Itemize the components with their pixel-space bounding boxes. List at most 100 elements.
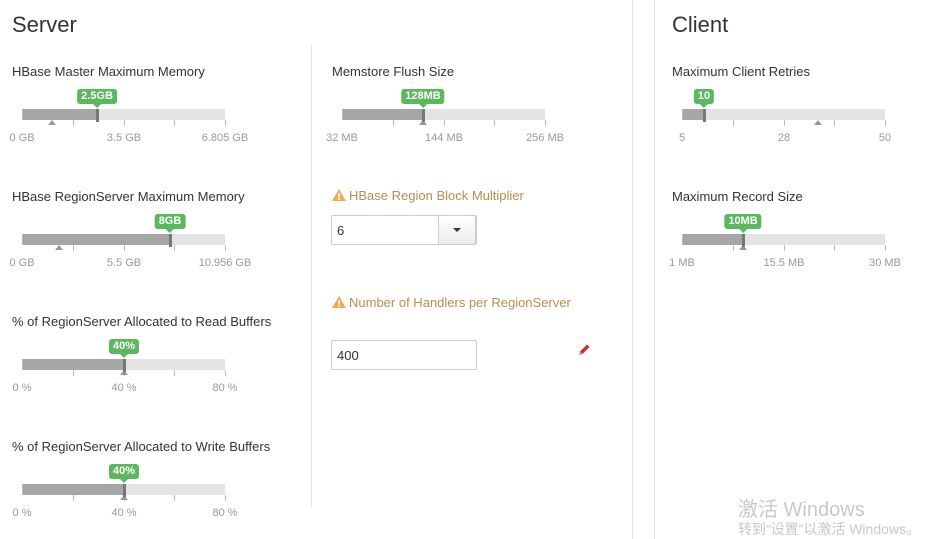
slider-track[interactable] (682, 109, 885, 120)
handlers-input[interactable] (331, 340, 477, 370)
handlers-label: Number of Handlers per RegionServer (332, 295, 571, 310)
warning-triangle-icon (332, 296, 346, 308)
slider-ticks (682, 245, 886, 251)
slider-fill (683, 109, 705, 120)
default-value-marker (814, 120, 822, 125)
slider-handle[interactable] (169, 234, 172, 247)
slider-value-badge: 40% (108, 339, 140, 358)
regionserver-memory-slider[interactable]: 8GB 0 GB 5.5 GB 10.956 GB (9, 214, 251, 274)
slider-ticks (682, 120, 886, 126)
slider-tick-label: 1 MB (669, 257, 695, 269)
slider-tick (393, 120, 394, 126)
slider-value-badge: 10MB (724, 214, 762, 233)
slider-tick (834, 120, 835, 126)
memstore-flush-size-label: Memstore Flush Size (332, 64, 455, 79)
pencil-icon[interactable] (577, 343, 591, 357)
slider-tick (545, 120, 546, 126)
slider-tick (124, 120, 125, 126)
slider-track[interactable] (682, 234, 885, 245)
slider-tick-label: 6.805 GB (201, 132, 249, 144)
slider-tick (174, 495, 175, 501)
default-value-marker (48, 120, 56, 125)
slider-track[interactable] (22, 109, 225, 120)
block-multiplier-label: HBase Region Block Multiplier (332, 188, 524, 203)
slider-tick-label: 15.5 MB (763, 257, 805, 269)
block-multiplier-label-text: HBase Region Block Multiplier (349, 188, 524, 203)
slider-tick (444, 120, 445, 126)
section-divider-right (654, 0, 655, 539)
slider-tick-label: 80 % (212, 382, 238, 394)
slider-fill (23, 484, 125, 495)
slider-value-badge: 10 (693, 89, 715, 108)
windows-activation-watermark-title: 激活 Windows (738, 499, 865, 521)
slider-handle[interactable] (123, 359, 126, 372)
slider-ticks (342, 120, 546, 126)
slider-tick (225, 120, 226, 126)
slider-handle[interactable] (703, 109, 706, 122)
slider-tick-label: 30 MB (869, 257, 901, 269)
slider-ticks (22, 245, 226, 251)
slider-tick (733, 245, 734, 251)
slider-tick (733, 120, 734, 126)
slider-tick (73, 245, 74, 251)
slider-fill (23, 109, 98, 120)
windows-activation-watermark-subtitle: 转到“设置”以激活 Windows。 (738, 521, 921, 537)
slider-tick-label: 50 (878, 132, 892, 144)
slider-value-badge: 128MB (401, 89, 445, 108)
hbase-master-memory-slider[interactable]: 2.5GB 0 GB 3.5 GB 6.805 GB (9, 89, 248, 149)
slider-fill (23, 234, 171, 245)
slider-tick-label: 3.5 GB (106, 132, 142, 144)
slider-tick (885, 245, 886, 251)
slider-tick (73, 120, 74, 126)
slider-tick-label: 40 % (111, 507, 137, 519)
max-record-size-slider[interactable]: 10MB 1 MB 15.5 MB 30 MB (669, 214, 901, 274)
section-divider-left (632, 0, 633, 539)
slider-tick-label: 32 MB (326, 132, 358, 144)
slider-tick-label: 80 % (212, 507, 238, 519)
read-buffers-slider[interactable]: 40% 0 % 40 % 80 % (13, 339, 238, 399)
client-retries-label: Maximum Client Retries (672, 64, 810, 79)
slider-tick (784, 120, 785, 126)
slider-tick (174, 245, 175, 251)
slider-tick (834, 245, 835, 251)
slider-tick-label: 40 % (111, 382, 137, 394)
slider-tick (73, 495, 74, 501)
slider-tick (494, 120, 495, 126)
caret-down-icon (453, 228, 461, 232)
handlers-label-text: Number of Handlers per RegionServer (349, 295, 571, 310)
block-multiplier-select[interactable]: 6 (331, 215, 477, 245)
slider-fill (23, 359, 125, 370)
slider-handle[interactable] (422, 109, 425, 122)
memstore-flush-size-slider[interactable]: 128MB 32 MB 144 MB 256 MB (326, 89, 564, 149)
slider-tick-label: 5.5 GB (106, 257, 142, 269)
slider-tick (174, 370, 175, 376)
slider-tick (225, 370, 226, 376)
slider-tick-label: 0 % (12, 382, 32, 394)
slider-handle[interactable] (123, 484, 126, 497)
default-value-marker (55, 245, 63, 250)
slider-track[interactable] (22, 234, 225, 245)
slider-tick-label: 256 MB (526, 132, 564, 144)
hbase-master-memory-label: HBase Master Maximum Memory (12, 64, 205, 79)
slider-tick-label: 28 (777, 132, 791, 144)
slider-fill (683, 234, 744, 245)
client-section-title: Client (672, 12, 729, 37)
slider-tick-label: 5 (678, 132, 686, 144)
client-retries-slider[interactable]: 10 5 28 50 (678, 89, 891, 149)
slider-tick (784, 245, 785, 251)
block-multiplier-value: 6 (337, 223, 345, 238)
slider-handle[interactable] (96, 109, 99, 122)
slider-tick (885, 120, 886, 126)
slider-handle[interactable] (742, 234, 745, 247)
slider-fill (343, 109, 424, 120)
slider-track[interactable] (342, 109, 545, 120)
dropdown-button[interactable] (438, 215, 476, 245)
write-buffers-slider[interactable]: 40% 0 % 40 % 80 % (13, 464, 238, 524)
slider-tick-label: 0 GB (9, 257, 35, 269)
server-section-title: Server (12, 12, 77, 37)
slider-tick (73, 370, 74, 376)
column-divider (311, 45, 312, 507)
slider-tick (225, 245, 226, 251)
warning-triangle-icon (332, 189, 346, 201)
slider-tick (124, 245, 125, 251)
